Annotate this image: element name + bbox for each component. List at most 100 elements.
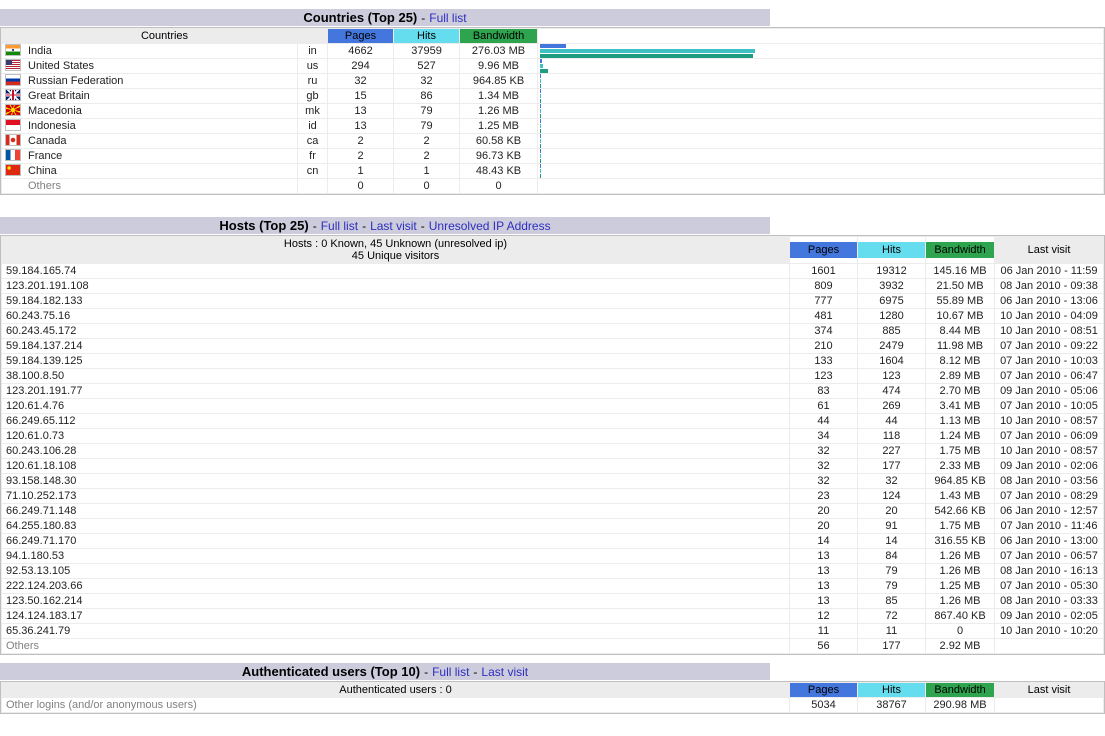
host-row: 71.10.252.173 23 124 1.43 MB 07 Jan 2010 - 0… [1,488,1104,504]
bandwidth-value: 55.89 MB [925,293,995,309]
bandwidth-value: 10.67 MB [925,308,995,324]
last-visit-link[interactable]: Last visit [481,665,528,679]
bandwidth-value: 0 [459,178,539,194]
last-visit-value: 07 Jan 2010 - 09:22 [994,338,1104,354]
hits-value: 6975 [857,293,926,309]
countries-header-row: Countries Pages Hits Bandwidth [0,28,1104,44]
pages-value: 1 [327,163,395,179]
host-address: 66.249.71.170 [1,533,790,549]
bandwidth-column-header: Bandwidth [926,242,994,258]
host-row: 66.249.65.112 44 44 1.13 MB 10 Jan 2010 - 08… [1,413,1104,429]
auth-summary: Authenticated users : 0 [1,682,790,698]
country-name: China [1,163,298,179]
pages-value: 13 [327,103,395,119]
country-code: fr [296,148,329,164]
country-name: Russian Federation [1,73,298,89]
unresolved-ip-address-link[interactable]: Unresolved IP Address [429,219,551,233]
hits-value: 11 [857,623,926,639]
pages-value: 32 [327,73,395,89]
host-row: 123.201.191.77 83 474 2.70 MB 09 Jan 2010 - … [1,383,1104,399]
pages-value: 23 [789,488,858,504]
hits-bar [540,49,756,53]
last-visit-value: 08 Jan 2010 - 03:56 [994,473,1104,489]
pages-value: 11 [789,623,858,639]
last-visit-value [994,697,1104,713]
hosts-header-row: Hosts : 0 Known, 45 Unknown (unresolved … [1,236,1104,264]
metric-bars [540,74,1102,88]
full-list-link[interactable]: Full list [432,665,469,679]
bars-cell [537,103,1104,119]
pages-value: 0 [327,178,395,194]
metric-bars [540,180,1102,193]
bandwidth-value: 542.66 KB [925,503,995,519]
pages-bar [540,89,542,93]
gb-flag-icon [6,90,20,100]
hosts-title: Hosts (Top 25) [219,218,309,233]
auth-users-section-header: Authenticated users (Top 10) - Full list - L… [0,663,770,680]
country-row: United States us 294 527 9.96 MB [1,58,1104,74]
country-row: France fr 2 2 96.73 KB [1,148,1104,164]
hits-value: 79 [393,103,461,119]
bandwidth-bar [540,144,542,148]
hits-bar [540,139,542,143]
hosts-table: Hosts : 0 Known, 45 Unknown (unresolved … [1,236,1104,654]
last-visit-link[interactable]: Last visit [370,219,417,233]
host-address: 66.249.71.148 [1,503,790,519]
host-address: 38.100.8.50 [1,368,790,384]
hits-value: 20 [857,503,926,519]
no-flag [6,180,20,190]
host-address: 65.36.241.79 [1,623,790,639]
country-row: India in 4662 37959 276.03 MB [1,43,1104,59]
bandwidth-value: 1.26 MB [925,593,995,609]
last-visit-value: 07 Jan 2010 - 11:46 [994,518,1104,534]
pages-value: 13 [789,563,858,579]
bandwidth-bar [540,159,542,163]
host-row: 93.158.148.30 32 32 964.85 KB 08 Jan 2010 - … [1,473,1104,489]
auth-header-row: Authenticated users : 0 Pages Hits Bandw… [1,682,1104,698]
bandwidth-bar [540,129,542,133]
host-row: 120.61.4.76 61 269 3.41 MB 07 Jan 2010 - 10:… [1,398,1104,414]
countries-section: Countries (Top 25) - Full list Countries P… [0,9,1105,195]
last-visit-column-header: Last visit [994,682,1104,698]
hits-value: 885 [857,323,926,339]
bandwidth-bar [540,174,542,178]
bandwidth-value: 145.16 MB [925,263,995,279]
hits-value: 2479 [857,338,926,354]
metric-bars [540,149,1102,163]
hits-value: 1 [393,163,461,179]
bars-cell [537,43,1104,59]
hits-column-header: Hits [393,28,461,44]
country-name: Others [1,178,298,194]
hits-value: 79 [857,563,926,579]
hits-value: 86 [393,88,461,104]
host-row: 59.184.182.133 777 6975 55.89 MB 06 Jan 2010… [1,293,1104,309]
hits-value: 72 [857,608,926,624]
bars-cell [537,58,1104,74]
last-visit-value [994,638,1104,654]
host-row: 124.124.183.17 12 72 867.40 KB 09 Jan 2010 -… [1,608,1104,624]
full-list-link[interactable]: Full list [321,219,358,233]
last-visit-value: 07 Jan 2010 - 05:30 [994,578,1104,594]
country-code: ru [296,73,329,89]
host-address: 93.158.148.30 [1,473,790,489]
host-address: 66.249.65.112 [1,413,790,429]
hits-value: 37959 [393,43,461,59]
country-code: id [296,118,329,134]
host-row: 66.249.71.148 20 20 542.66 KB 06 Jan 2010 - … [1,503,1104,519]
bars-cell [537,178,1104,194]
auth-users-table: Authenticated users : 0 Pages Hits Bandw… [1,682,1104,713]
host-address: 60.243.45.172 [1,323,790,339]
pages-bar [540,44,567,48]
country-code: in [296,43,329,59]
metric-bars [540,164,1102,178]
countries-table: Countries Pages Hits Bandwidth India in 46… [0,28,1104,194]
hits-value: 84 [857,548,926,564]
last-visit-value: 07 Jan 2010 - 06:09 [994,428,1104,444]
hits-value: 79 [393,118,461,134]
host-row: 66.249.71.170 14 14 316.55 KB 06 Jan 2010 - … [1,533,1104,549]
last-visit-value: 07 Jan 2010 - 10:05 [994,398,1104,414]
full-list-link[interactable]: Full list [429,11,466,25]
last-visit-value: 09 Jan 2010 - 05:06 [994,383,1104,399]
last-visit-value: 07 Jan 2010 - 08:29 [994,488,1104,504]
host-row: 65.36.241.79 11 11 0 10 Jan 2010 - 10:20 [1,623,1104,639]
